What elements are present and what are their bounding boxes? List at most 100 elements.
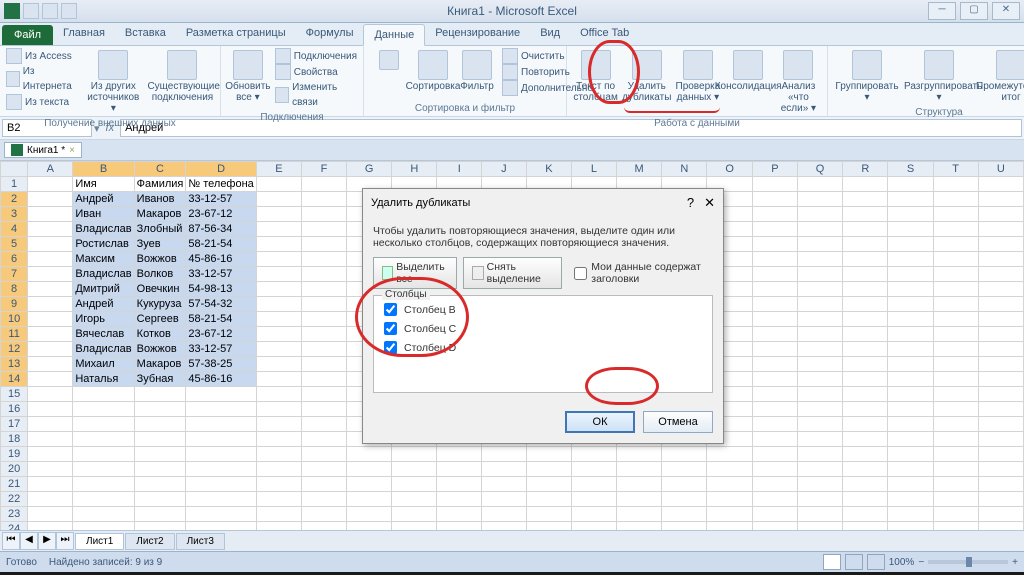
col-header-L[interactable]: L — [571, 162, 616, 177]
cell[interactable] — [481, 477, 526, 492]
col-header-C[interactable]: C — [134, 162, 186, 177]
cell[interactable]: Иванов — [134, 192, 186, 207]
cell[interactable] — [571, 477, 616, 492]
cell[interactable] — [301, 327, 346, 342]
cell[interactable] — [752, 492, 797, 507]
cell[interactable] — [481, 462, 526, 477]
tab-данные[interactable]: Данные — [363, 24, 425, 46]
cell[interactable] — [933, 267, 978, 282]
cell[interactable] — [616, 477, 661, 492]
sort-button[interactable]: Сортировка — [414, 48, 452, 94]
cell[interactable] — [186, 417, 256, 432]
cell[interactable] — [73, 492, 134, 507]
cell[interactable] — [662, 477, 707, 492]
cell[interactable] — [662, 492, 707, 507]
col-header-K[interactable]: K — [526, 162, 571, 177]
cell[interactable] — [933, 237, 978, 252]
cell[interactable] — [978, 192, 1023, 207]
row-header[interactable]: 7 — [1, 267, 28, 282]
cell[interactable]: Владислав — [73, 222, 134, 237]
cell[interactable] — [752, 327, 797, 342]
from-web-button[interactable]: Из Интернета — [6, 64, 76, 94]
col-header-S[interactable]: S — [888, 162, 933, 177]
cell[interactable]: Наталья — [73, 372, 134, 387]
refresh-all-button[interactable]: Обновить все ▾ — [227, 48, 269, 105]
tab-office tab[interactable]: Office Tab — [570, 23, 639, 45]
cell[interactable] — [888, 387, 933, 402]
cell[interactable] — [843, 207, 888, 222]
cell[interactable] — [28, 312, 73, 327]
cell[interactable] — [933, 522, 978, 531]
cell[interactable] — [134, 522, 186, 531]
cell[interactable]: 87-56-34 — [186, 222, 256, 237]
cell[interactable] — [73, 432, 134, 447]
cell[interactable] — [256, 252, 301, 267]
cell[interactable] — [797, 507, 842, 522]
cell[interactable] — [978, 297, 1023, 312]
cell[interactable]: Волков — [134, 267, 186, 282]
cell[interactable] — [256, 267, 301, 282]
cell[interactable] — [707, 522, 752, 531]
cell[interactable] — [73, 387, 134, 402]
cell[interactable] — [797, 297, 842, 312]
cell[interactable] — [888, 372, 933, 387]
cell[interactable]: Зубная — [134, 372, 186, 387]
col-header-T[interactable]: T — [933, 162, 978, 177]
cell[interactable] — [186, 477, 256, 492]
cell[interactable] — [662, 447, 707, 462]
cell[interactable] — [28, 327, 73, 342]
cell[interactable] — [843, 177, 888, 192]
col-header-D[interactable]: D — [186, 162, 256, 177]
file-tab[interactable]: Файл — [2, 25, 53, 45]
cell[interactable]: Кукуруза — [134, 297, 186, 312]
cell[interactable] — [978, 222, 1023, 237]
cell[interactable]: 33-12-57 — [186, 342, 256, 357]
cell[interactable] — [797, 462, 842, 477]
cell[interactable] — [933, 432, 978, 447]
cell[interactable] — [256, 207, 301, 222]
cell[interactable]: 57-54-32 — [186, 297, 256, 312]
cell[interactable] — [301, 297, 346, 312]
cell[interactable] — [392, 477, 437, 492]
row-header[interactable]: 10 — [1, 312, 28, 327]
col-header-Q[interactable]: Q — [797, 162, 842, 177]
cell[interactable] — [752, 282, 797, 297]
cell[interactable] — [933, 177, 978, 192]
row-header[interactable]: 16 — [1, 402, 28, 417]
row-header[interactable]: 18 — [1, 432, 28, 447]
cell[interactable] — [571, 507, 616, 522]
cell[interactable] — [392, 522, 437, 531]
cell[interactable] — [752, 507, 797, 522]
cell[interactable]: Макаров — [134, 357, 186, 372]
cell[interactable] — [843, 297, 888, 312]
row-header[interactable]: 24 — [1, 522, 28, 531]
cell[interactable] — [256, 177, 301, 192]
edit-links-button[interactable]: Изменить связи — [275, 80, 357, 110]
cell[interactable] — [392, 507, 437, 522]
row-header[interactable]: 19 — [1, 447, 28, 462]
cell[interactable] — [28, 267, 73, 282]
cell[interactable] — [571, 492, 616, 507]
cell[interactable] — [797, 522, 842, 531]
cell[interactable] — [301, 357, 346, 372]
cell[interactable] — [797, 222, 842, 237]
cell[interactable] — [256, 417, 301, 432]
row-header[interactable]: 9 — [1, 297, 28, 312]
col-header-U[interactable]: U — [978, 162, 1023, 177]
properties-button[interactable]: Свойства — [275, 64, 357, 80]
cell[interactable] — [933, 357, 978, 372]
cell[interactable]: Сергеев — [134, 312, 186, 327]
cell[interactable]: Котков — [134, 327, 186, 342]
existing-connections-button[interactable]: Существующие подключения — [151, 48, 214, 105]
cell[interactable] — [256, 522, 301, 531]
cell[interactable]: Фамилия — [134, 177, 186, 192]
cell[interactable] — [346, 477, 391, 492]
cell[interactable] — [28, 372, 73, 387]
qat-redo-icon[interactable] — [61, 3, 77, 19]
cell[interactable]: Вячеслав — [73, 327, 134, 342]
col-header-R[interactable]: R — [843, 162, 888, 177]
cell[interactable] — [437, 477, 481, 492]
cell[interactable] — [571, 522, 616, 531]
cell[interactable] — [481, 507, 526, 522]
cell[interactable] — [797, 282, 842, 297]
